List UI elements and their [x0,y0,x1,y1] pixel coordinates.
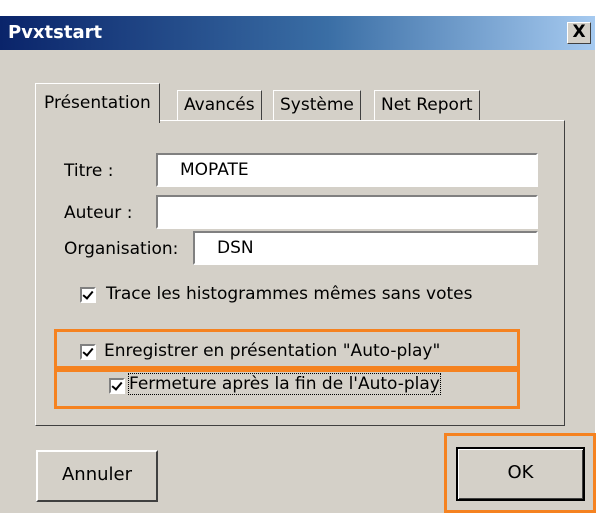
tab-label: Présentation [44,93,151,113]
window-title: Pvxtstart [8,22,103,43]
titre-field[interactable]: MOPATE [156,153,538,187]
tab-presentation[interactable]: Présentation [35,83,160,123]
close-button[interactable]: X [567,22,591,44]
cancel-button[interactable]: Annuler [36,450,158,502]
title-bar[interactable]: Pvxtstart X [0,16,595,50]
close-icon: X [572,22,586,42]
dialog-window: Pvxtstart X Présentation Avancés Système… [0,0,599,513]
auteur-field[interactable] [156,195,538,229]
auteur-label: Auteur : [64,203,133,223]
ok-button-label: OK [507,462,534,483]
trace-checkbox[interactable] [80,287,96,303]
tab-systeme[interactable]: Système [273,90,361,121]
tab-net-report[interactable]: Net Report [374,90,480,121]
tab-label: Avancés [184,95,255,115]
tab-avances[interactable]: Avancés [177,90,262,121]
trace-checkbox-label[interactable]: Trace les histogrammes mêmes sans votes [106,284,472,304]
organisation-value: DSN [217,238,254,258]
titre-value: MOPATE [180,160,249,180]
cancel-button-label: Annuler [61,464,132,485]
tab-label: Système [280,95,354,115]
titre-label: Titre : [64,161,114,181]
organisation-field[interactable]: DSN [193,231,538,265]
tab-label: Net Report [381,95,473,115]
autoplay-highlight [54,329,520,369]
organisation-label: Organisation: [64,239,179,259]
ok-button[interactable]: OK [456,447,585,501]
top-strip [0,0,599,16]
fermeture-highlight [54,369,520,409]
